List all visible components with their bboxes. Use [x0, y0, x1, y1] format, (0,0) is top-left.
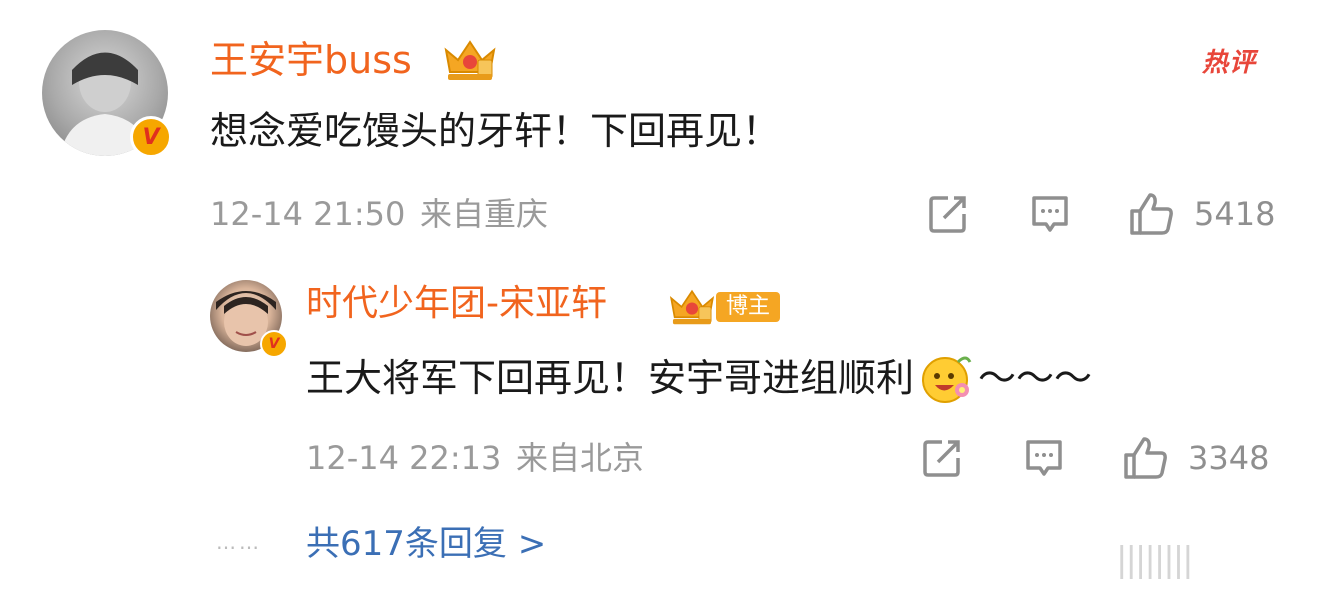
reply-comment-icon	[1026, 440, 1062, 476]
dots-divider: ……	[216, 530, 262, 554]
crown-icon	[440, 36, 500, 82]
comment-button[interactable]	[1028, 192, 1072, 236]
share-button[interactable]	[926, 192, 970, 236]
reply-crown-icon	[666, 284, 718, 328]
like-count: 5418	[1194, 195, 1276, 233]
watermark: ||||||||	[1116, 540, 1194, 580]
more-replies-link[interactable]: 共617条回复 >	[306, 524, 546, 564]
like-button[interactable]: 5418	[1128, 190, 1280, 238]
reply-like-count: 3348	[1188, 439, 1270, 477]
reply-author-name[interactable]: 时代少年团-宋亚轩	[306, 282, 607, 326]
hot-comment-label: 热评	[1202, 48, 1257, 78]
reply-text-line: 王大将军下回再见！安宇哥进组顺利 ～～～	[306, 352, 1092, 404]
emoji-icon	[918, 352, 974, 404]
reply-location: 来自北京	[516, 439, 645, 477]
reply-verified-badge: V	[260, 330, 288, 358]
reply-tilde: ～～～	[978, 356, 1093, 400]
reply-text: 王大将军下回再见！安宇哥进组顺利	[306, 356, 915, 400]
comment-icon	[1032, 196, 1068, 232]
reply-share-icon	[923, 440, 960, 477]
comment-text: 想念爱吃馒头的牙轩！下回再见！	[210, 109, 781, 153]
comment-timestamp: 12-14 21:50	[210, 195, 406, 233]
blogger-badge: 博主	[716, 292, 781, 322]
like-icon	[1130, 193, 1173, 235]
reply-timestamp: 12-14 22:13	[306, 439, 502, 477]
reply-share-button[interactable]	[920, 436, 964, 480]
comment-location: 来自重庆	[420, 195, 549, 233]
reply-like-button[interactable]: 3348	[1122, 434, 1280, 482]
reply-comment-button[interactable]	[1022, 436, 1066, 480]
reply-like-icon	[1124, 437, 1167, 479]
share-icon	[929, 196, 966, 233]
verified-badge: V	[130, 116, 172, 158]
comment-author-name[interactable]: 王安宇buss	[210, 38, 412, 82]
